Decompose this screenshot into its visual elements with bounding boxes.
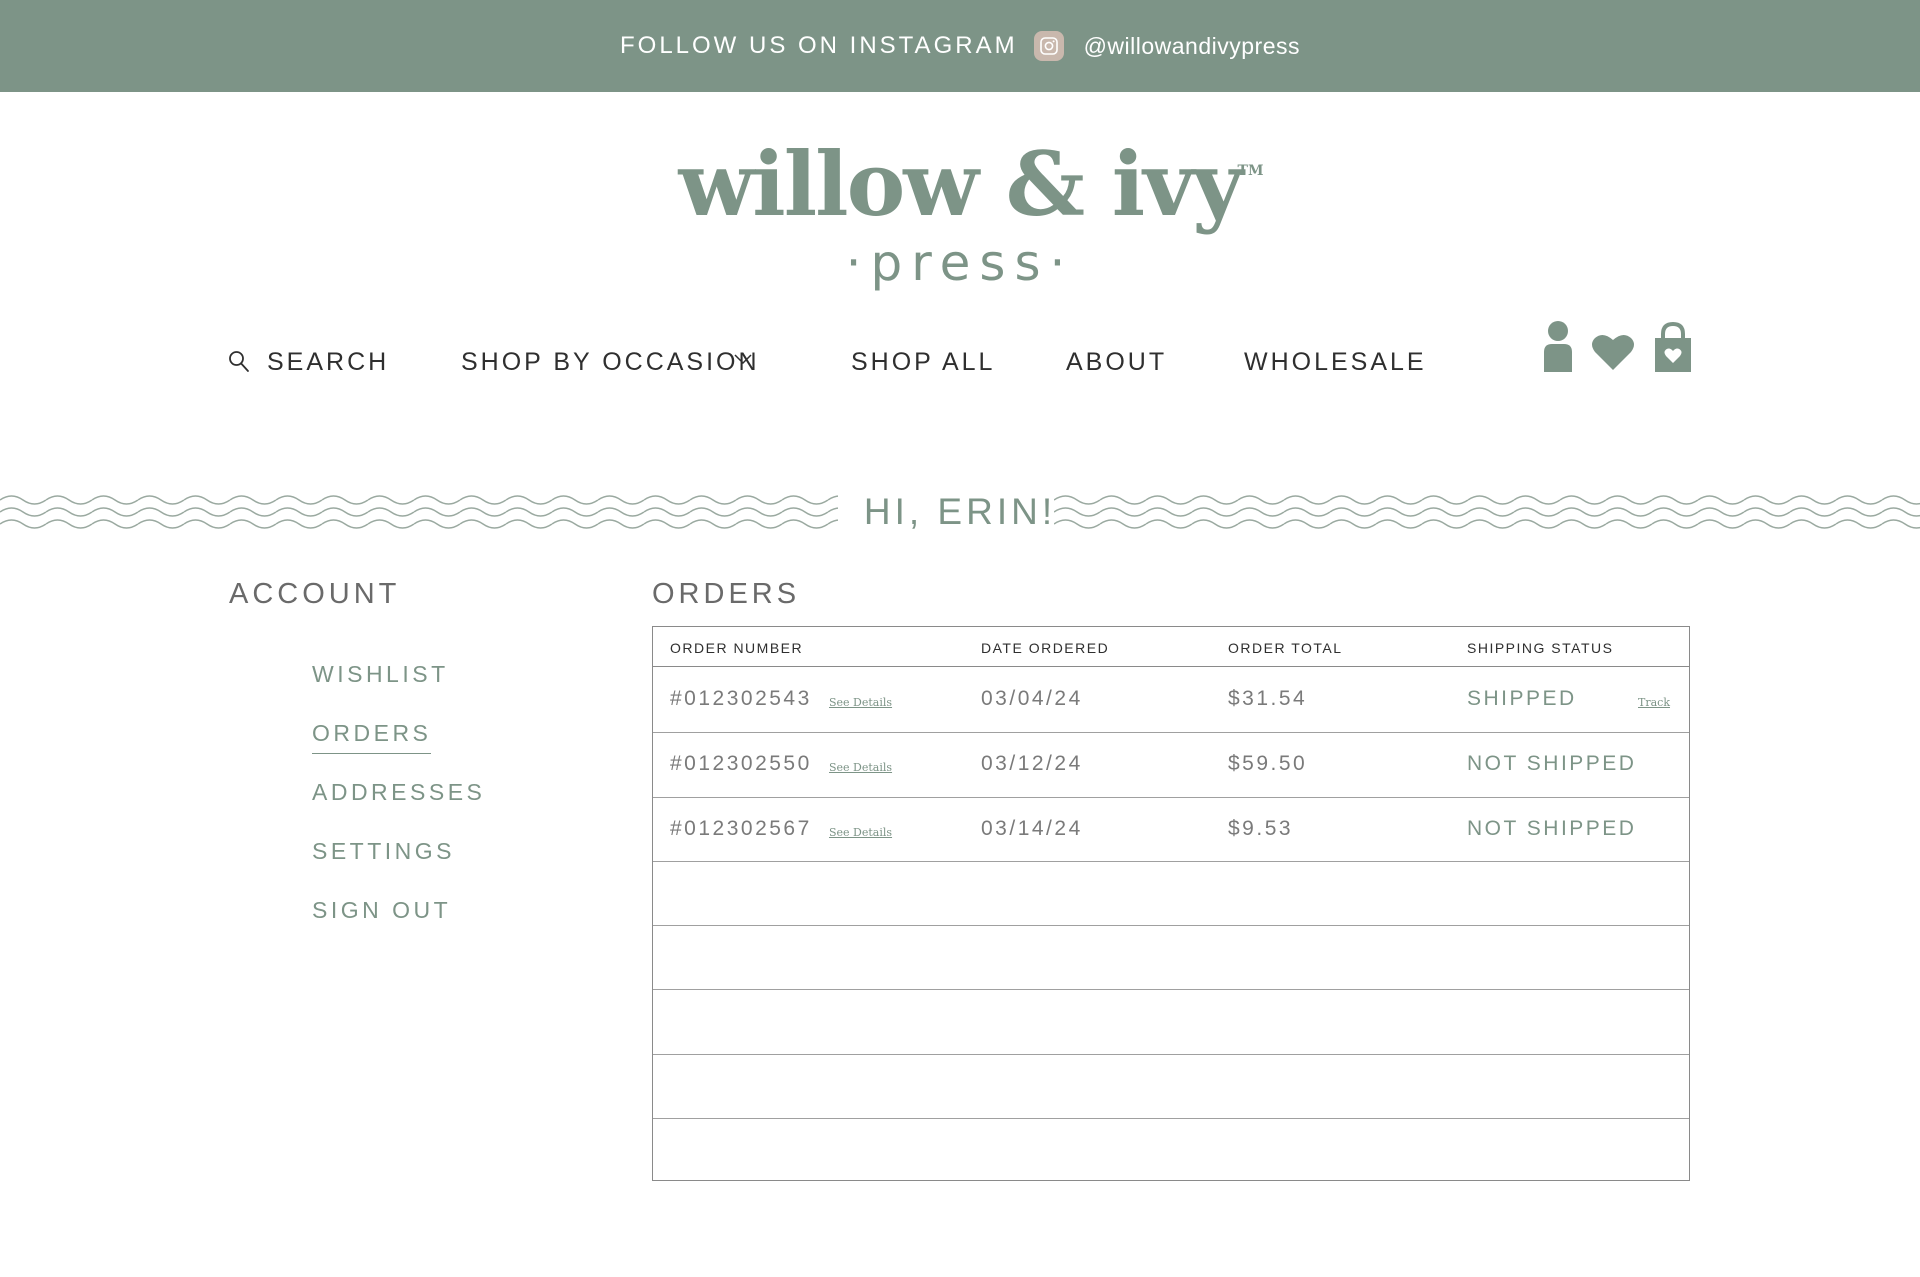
sidebar-item-orders[interactable]: ORDERS	[312, 720, 432, 754]
order-number: #012302567	[670, 817, 812, 840]
empty-table-row	[653, 925, 1689, 990]
empty-table-row	[653, 861, 1689, 926]
order-date: 03/14/24	[981, 817, 1083, 840]
column-header-order-total: ORDER TOTAL	[1228, 640, 1343, 656]
order-total: $9.53	[1228, 817, 1294, 840]
order-total: $59.50	[1228, 752, 1308, 775]
sidebar-item-wishlist[interactable]: WISHLIST	[312, 661, 449, 688]
orders-table: ORDER NUMBER DATE ORDERED ORDER TOTAL SH…	[652, 626, 1690, 1181]
column-header-date-ordered: DATE ORDERED	[981, 640, 1110, 656]
column-header-order-number: ORDER NUMBER	[670, 640, 804, 656]
nav-about[interactable]: ABOUT	[1066, 348, 1167, 377]
nav-wholesale[interactable]: WHOLESALE	[1244, 348, 1427, 377]
shipping-status: NOT SHIPPED	[1467, 752, 1637, 775]
nav-shop-all[interactable]: SHOP ALL	[851, 348, 995, 377]
nav-shop-by-occasion[interactable]: SHOP BY OCCASION	[461, 348, 760, 377]
search-icon[interactable]	[228, 350, 250, 379]
instagram-banner: FOLLOW US ON INSTAGRAM @willowandivypres…	[0, 0, 1920, 92]
see-details-link[interactable]: See Details	[829, 696, 892, 709]
logo-subtitle: ·press·	[845, 234, 1075, 292]
empty-table-row	[653, 1118, 1689, 1179]
empty-table-row	[653, 1054, 1689, 1119]
follow-us-text: FOLLOW US ON INSTAGRAM	[619, 32, 1018, 59]
column-header-shipping-status: SHIPPING STATUS	[1467, 640, 1614, 656]
nav-search[interactable]: SEARCH	[267, 348, 389, 377]
orders-heading: ORDERS	[652, 578, 801, 610]
greeting-banner: HI, ERIN!	[0, 487, 1920, 537]
see-details-link[interactable]: See Details	[829, 826, 892, 839]
order-number: #012302550	[670, 752, 812, 775]
instagram-icon[interactable]	[1033, 31, 1064, 61]
logo-main-text: willow & ivy	[678, 132, 1244, 236]
order-number: #012302543	[670, 687, 812, 710]
table-row: #012302550 See Details 03/12/24 $59.50 N…	[653, 732, 1689, 798]
track-link[interactable]: Track	[1638, 696, 1670, 709]
heart-icon[interactable]	[1591, 332, 1635, 377]
brand-logo[interactable]: willow & ivy TM ·press·	[0, 140, 1920, 292]
sidebar-item-sign-out[interactable]: SIGN OUT	[312, 897, 451, 924]
order-date: 03/12/24	[981, 752, 1083, 775]
order-date: 03/04/24	[981, 687, 1083, 710]
instagram-handle-link[interactable]: @willowandivypress	[1084, 33, 1300, 60]
decorative-wave-right	[1054, 492, 1920, 532]
chevron-down-icon[interactable]	[733, 352, 753, 371]
sidebar-item-settings[interactable]: SETTINGS	[312, 838, 455, 865]
account-icon[interactable]	[1542, 320, 1574, 377]
header-icons	[1536, 320, 1696, 380]
table-row: #012302543 See Details 03/04/24 $31.54 S…	[653, 666, 1689, 733]
see-details-link[interactable]: See Details	[829, 761, 892, 774]
shopping-bag-icon[interactable]	[1653, 321, 1693, 377]
empty-table-row	[653, 989, 1689, 1055]
order-total: $31.54	[1228, 687, 1308, 710]
shipping-status: SHIPPED	[1467, 687, 1577, 710]
trademark-mark: TM	[1237, 163, 1264, 179]
table-header: ORDER NUMBER DATE ORDERED ORDER TOTAL SH…	[653, 627, 1689, 667]
table-row: #012302567 See Details 03/14/24 $9.53 NO…	[653, 797, 1689, 862]
account-heading: ACCOUNT	[229, 578, 401, 610]
logo-wordmark: willow & ivy TM	[679, 140, 1264, 228]
shipping-status: NOT SHIPPED	[1467, 817, 1637, 840]
sidebar-item-addresses[interactable]: ADDRESSES	[312, 779, 485, 806]
